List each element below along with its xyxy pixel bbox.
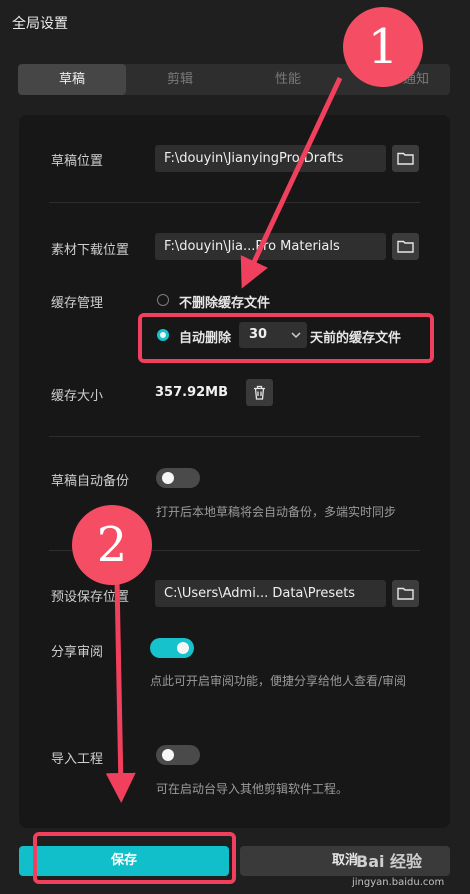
annotation-step-1-badge: 1 — [343, 7, 423, 87]
annotation-arrow-1 — [240, 76, 343, 289]
annotation-arrow-2 — [105, 579, 136, 803]
watermark-brand: Bai 经验 — [356, 852, 423, 871]
watermark-url: jingyan.baidu.com — [352, 877, 445, 888]
annotation-step-2-badge: 2 — [72, 505, 152, 585]
annotation-arrows — [105, 76, 343, 803]
